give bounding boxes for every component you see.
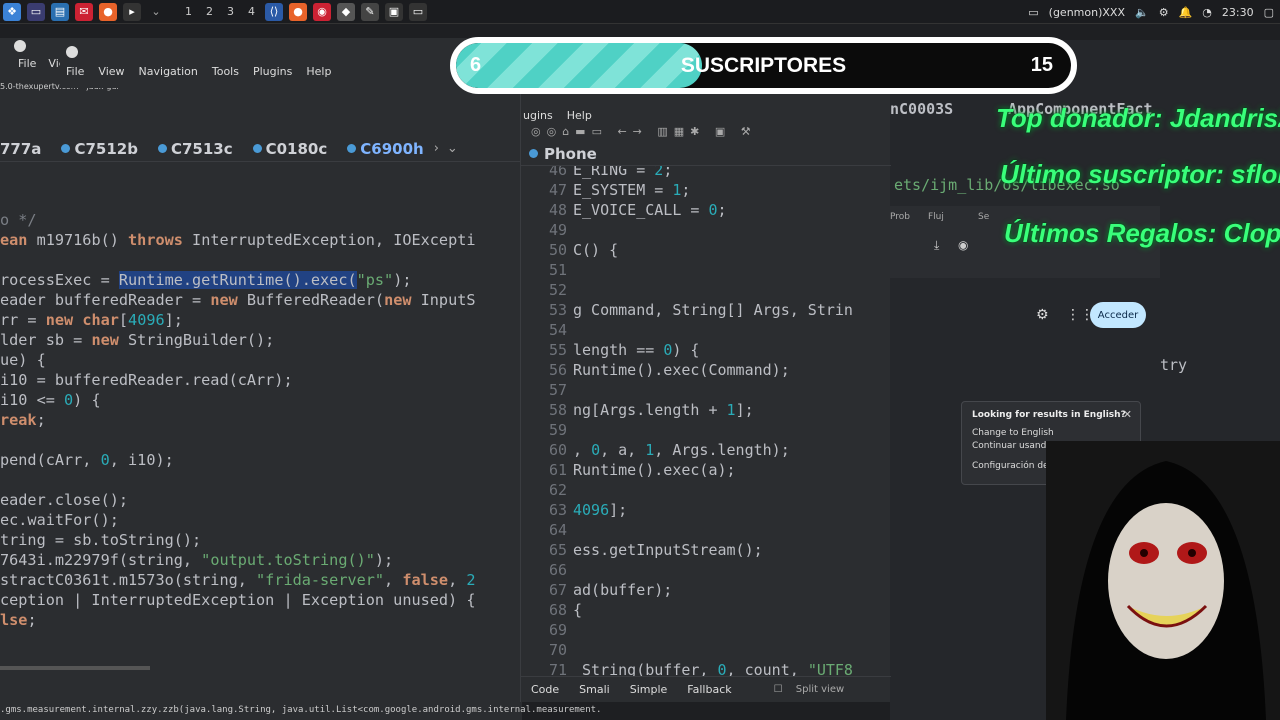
files-icon[interactable]: ▤ (51, 2, 69, 21)
display-icon[interactable]: ▭ (1028, 6, 1038, 19)
download-icon[interactable]: ⤓ (934, 238, 939, 253)
system-tray: ▭ (genmon)XXX 🔈 ⚙ 🔔 ◔ 23:30 ▢ (1028, 0, 1274, 24)
subscribers-label: SUSCRIPTORES (680, 53, 847, 77)
jadx-left-window: File Vie 5.0-thexupertv.com - jadx-gui 7… (0, 38, 601, 720)
user-label[interactable]: (genmon)XXX (1049, 6, 1125, 19)
right-tab-1[interactable]: nC0003S (890, 100, 953, 118)
clock-icon: ◔ (1202, 5, 1212, 19)
menu-help[interactable]: Help (306, 65, 331, 78)
window-icon[interactable]: ▭ (409, 2, 427, 21)
menu-file[interactable]: File (18, 57, 36, 70)
toolbar[interactable]: ◎◎⌂▬▭ ←→ ▥▦✱ ▣ ⚒ (531, 125, 757, 138)
app-menu-icon[interactable]: ❖ (3, 2, 21, 21)
class-icon (252, 144, 262, 153)
masked-streamer-image (1046, 441, 1280, 720)
left-menubar-2: File View Navigation Tools Plugins Help (66, 60, 345, 82)
class-icon (529, 149, 538, 158)
chevron-down-icon[interactable]: ⌄ (147, 3, 165, 21)
subscribers-goal: 15 (1030, 54, 1053, 76)
close-icon[interactable]: ✕ (1123, 408, 1132, 421)
menu-file[interactable]: File (66, 65, 84, 78)
tab-simple[interactable]: Simple (620, 683, 678, 696)
obs-icon[interactable]: ◉ (313, 2, 331, 21)
tab-fallback[interactable]: Fallback (677, 683, 741, 696)
tab-c6900h[interactable]: C6900h (337, 136, 433, 162)
terminal-icon[interactable]: ▸ (123, 2, 141, 21)
gear-icon[interactable]: ⚙ (1036, 307, 1049, 323)
mid-code-area[interactable]: 46 47 48 49 50 51 52 53 54 55 56 57 58 59 60 61 62 63 64 65… (521, 166, 891, 676)
code-fragment: try (1160, 356, 1188, 374)
jadx-logo-icon (66, 46, 78, 58)
workspace-2[interactable]: 2 (199, 5, 220, 18)
firefox-window-icon[interactable]: ● (289, 2, 307, 21)
tab-c0180c[interactable]: C0180c (243, 136, 338, 162)
menu-tools[interactable]: Tools (212, 65, 239, 78)
taskbar: ❖ ▭ ▤ ✉ ● ▸ ⌄ 1 2 3 4 ⟨⟩ ● ◉ ◆ ✎ ▣ ▭ ▭ (… (0, 0, 1280, 24)
chevron-down-icon[interactable]: ⌄ (447, 141, 458, 156)
top-donor-text: Top donador: Jdandris2830 (996, 103, 1280, 133)
webcam-feed (1046, 441, 1280, 720)
acceder-button[interactable]: Acceder (1090, 302, 1146, 328)
popup-title: Looking for results in English? (972, 410, 1126, 420)
workspace-1[interactable]: 1 (178, 5, 199, 18)
network-icon[interactable]: ⚙ (1159, 6, 1169, 19)
tab-smali[interactable]: Smali (569, 683, 620, 696)
chevron-right-icon[interactable]: › (434, 141, 439, 156)
mid-tab[interactable]: Phone (521, 142, 891, 166)
account-icon[interactable]: ◉ (958, 238, 968, 252)
menu-view[interactable]: View (98, 65, 124, 78)
left-tabbar: 777a C7512b C7513c C0180c C6900h › ⌄ (0, 136, 522, 162)
browser-tab-1[interactable]: Prob (890, 212, 910, 222)
volume-icon[interactable]: 🔈 (1135, 6, 1149, 19)
last-gifts-text: Últimos Regalos: Clopez86 (1004, 218, 1280, 248)
jadx-middle-window: ugins Help ◎◎⌂▬▭ ←→ ▥▦✱ ▣ ⚒ Phone 46 47 48… (520, 86, 891, 702)
workspace-3[interactable]: 3 (220, 5, 241, 18)
class-icon (347, 144, 357, 153)
editor-icon[interactable]: ✎ (361, 2, 379, 21)
window-button-icon[interactable]: ▢ (1264, 6, 1274, 19)
terminal-window-icon[interactable]: ▣ (385, 2, 403, 21)
app-icon[interactable]: ◆ (337, 2, 355, 21)
mid-menubar: ugins Help (523, 104, 606, 126)
menu-help[interactable]: Help (567, 109, 592, 122)
last-subscriber-text: Último suscriptor: sflong (1000, 159, 1280, 189)
class-icon (157, 144, 167, 153)
tab-777a[interactable]: 777a (0, 136, 51, 162)
popup-change-english[interactable]: Change to English (972, 428, 1130, 438)
mid-code: E_RING = 2; E_SYSTEM = 1; E_VOICE_CALL =… (573, 166, 853, 676)
log-line: .gms.measurement.internal.zzy.zzb(java.l… (0, 705, 602, 715)
left-code-area[interactable]: o */ ean m19716b() throws InterruptedExc… (0, 210, 512, 630)
browser-tab-2[interactable]: Fluj (928, 212, 944, 222)
menu-navigation[interactable]: Navigation (139, 65, 198, 78)
gmail-icon[interactable]: ✉ (75, 2, 93, 21)
jadx-logo-icon (14, 40, 26, 52)
line-numbers: 46 47 48 49 50 51 52 53 54 55 56 57 58 59 60 61 62 63 64 65… (548, 166, 567, 676)
desktop-icon[interactable]: ▭ (27, 2, 45, 21)
bell-icon[interactable]: 🔔 (1179, 6, 1193, 19)
split-view-checkbox[interactable]: ☐ Split view (764, 684, 865, 695)
firefox-icon[interactable]: ● (99, 2, 117, 21)
browser-tab-3[interactable]: Se (978, 212, 989, 222)
workspace-4[interactable]: 4 (241, 5, 262, 18)
tab-c7512b[interactable]: C7512b (51, 136, 148, 162)
menu-plugins[interactable]: ugins (523, 109, 553, 122)
tab-code[interactable]: Code (521, 683, 569, 696)
mid-bottom-tabs: Code Smali Simple Fallback ☐ Split view (521, 676, 891, 702)
class-icon (61, 144, 71, 153)
subscribers-banner: 6 SUSCRIPTORES 15 (450, 37, 1077, 94)
horizontal-scrollbar[interactable] (0, 666, 150, 670)
tab-c7513c[interactable]: C7513c (148, 136, 243, 162)
menu-plugins[interactable]: Plugins (253, 65, 292, 78)
vscode-icon[interactable]: ⟨⟩ (265, 2, 283, 21)
clock: 23:30 (1221, 5, 1254, 19)
